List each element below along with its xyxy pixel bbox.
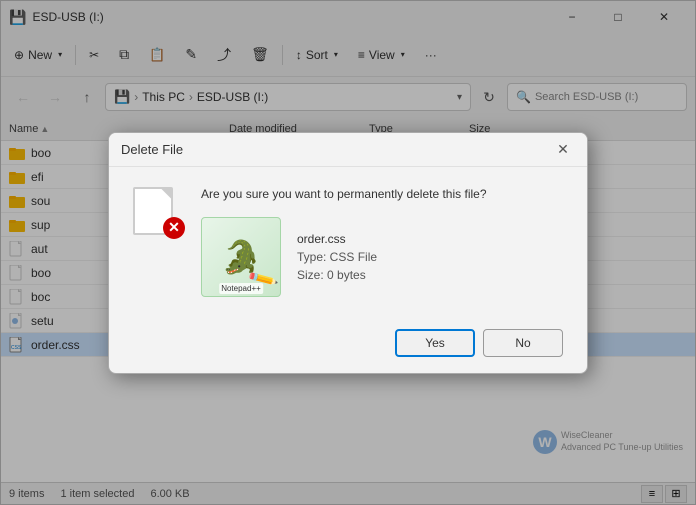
notepad-icon: 🐊 ✏️ Notepad++ [201,217,281,297]
delete-dialog: Delete File ✕ ✕ Are you sure you want to… [108,132,588,374]
dialog-text-area: Are you sure you want to permanently del… [201,187,563,297]
dialog-title: Delete File [121,142,183,157]
yes-button[interactable]: Yes [395,329,475,357]
file-info-type: Type: CSS File [297,250,377,264]
explorer-window: 💾 ESD-USB (I:) − □ ✕ ⊕ New ▾ ✂ ⧉ 📋 ✎ ⤴ [0,0,696,505]
file-info: order.css Type: CSS File Size: 0 bytes [297,232,377,282]
no-button[interactable]: No [483,329,563,357]
notepad-label: Notepad++ [219,283,263,294]
file-info-name: order.css [297,232,377,246]
file-info-size: Size: 0 bytes [297,268,377,282]
delete-x-icon: ✕ [163,217,185,239]
dialog-title-bar: Delete File ✕ [109,133,587,167]
dialog-file-preview: 🐊 ✏️ Notepad++ order.css Type: CSS File … [201,217,563,297]
modal-overlay: Delete File ✕ ✕ Are you sure you want to… [0,0,696,505]
dialog-icon-area: ✕ [133,187,185,297]
delete-icon-container: ✕ [133,187,185,239]
dialog-question: Are you sure you want to permanently del… [201,187,563,201]
dialog-footer: Yes No [109,317,587,373]
dialog-body: ✕ Are you sure you want to permanently d… [109,167,587,317]
dialog-close-button[interactable]: ✕ [551,137,575,161]
